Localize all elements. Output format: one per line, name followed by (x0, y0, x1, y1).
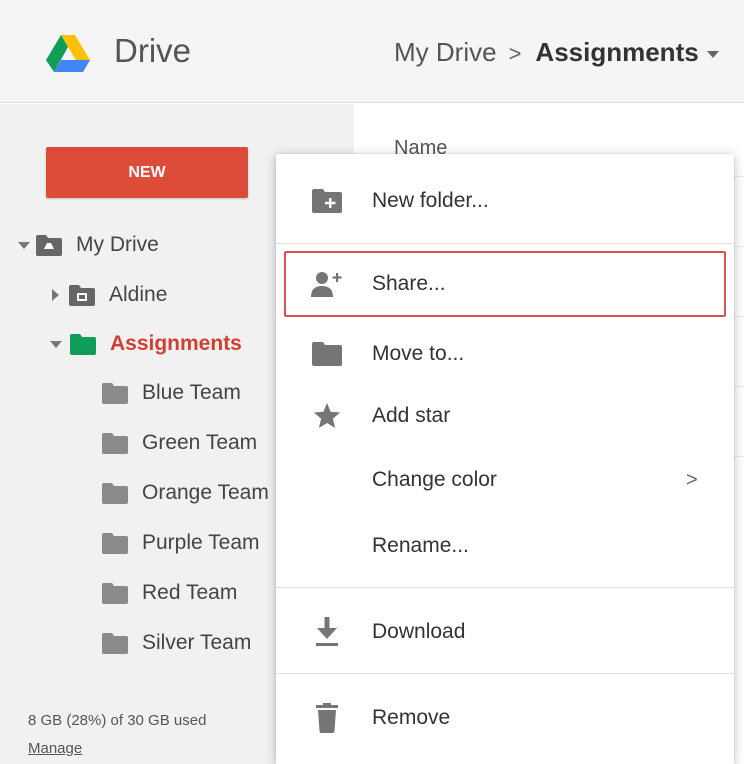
drive-folder-icon (36, 234, 62, 256)
menu-item-label: New folder... (372, 189, 489, 212)
menu-item-new-folder[interactable]: New folder... (276, 172, 734, 230)
folder-icon (102, 382, 128, 404)
menu-item-rename[interactable]: Rename... (276, 517, 734, 575)
manage-storage-link[interactable]: Manage (28, 740, 82, 757)
tree-label: Aldine (109, 283, 168, 306)
menu-item-label: Remove (372, 706, 451, 729)
breadcrumb-separator: > (508, 41, 522, 66)
menu-item-download[interactable]: Download (276, 603, 734, 661)
tree-item-folder[interactable]: Purple Team (102, 525, 260, 561)
menu-item-label: Move to... (372, 342, 465, 365)
shared-folder-icon (69, 284, 95, 306)
tree-label: Green Team (142, 431, 258, 454)
folder-plus-icon (310, 184, 344, 218)
expand-arrow-icon[interactable] (52, 289, 59, 301)
expand-arrow-icon[interactable] (50, 340, 62, 348)
menu-item-label: Share... (372, 272, 446, 295)
breadcrumb-current[interactable]: Assignments (535, 37, 698, 67)
new-button[interactable]: NEW (46, 147, 248, 198)
tree-item-my-drive[interactable]: My Drive (18, 227, 159, 263)
menu-divider (276, 673, 734, 674)
menu-item-label: Download (372, 620, 466, 643)
folder-icon (70, 333, 96, 355)
menu-item-share[interactable]: Share... (276, 255, 734, 313)
app-title: Drive (114, 32, 192, 69)
folder-icon (310, 337, 344, 371)
menu-item-move-to[interactable]: Move to... (276, 325, 734, 383)
tree-item-folder[interactable]: Orange Team (102, 475, 269, 511)
app-header: Drive My Drive > Assignments (0, 0, 744, 103)
menu-item-change-color[interactable]: Change color > (276, 451, 734, 509)
person-add-icon (310, 267, 344, 301)
context-menu: New folder... Share... Move to... Add st… (276, 154, 734, 764)
tree-label: Red Team (142, 581, 238, 604)
menu-item-remove[interactable]: Remove (276, 689, 734, 747)
expand-arrow-icon[interactable] (18, 241, 30, 249)
menu-item-label: Rename... (372, 534, 469, 557)
breadcrumb-root[interactable]: My Drive (394, 37, 497, 67)
tree-label: Silver Team (142, 631, 252, 654)
folder-icon (102, 632, 128, 654)
chevron-down-icon[interactable] (706, 50, 719, 58)
tree-item-folder[interactable]: Silver Team (102, 625, 251, 661)
breadcrumb: My Drive > Assignments (394, 37, 719, 68)
tree-item-aldine[interactable]: Aldine (52, 277, 167, 313)
tree-label: Blue Team (142, 381, 241, 404)
menu-divider (276, 587, 734, 588)
folder-icon (102, 482, 128, 504)
tree-item-folder[interactable]: Blue Team (102, 375, 241, 411)
tree-label: Assignments (110, 332, 242, 355)
menu-item-label: Change color (372, 468, 497, 491)
tree-label: Purple Team (142, 531, 260, 554)
trash-icon (310, 701, 344, 735)
tree-label: My Drive (76, 233, 159, 256)
tree-item-folder[interactable]: Red Team (102, 575, 237, 611)
menu-item-label: Add star (372, 404, 451, 427)
star-icon (310, 399, 344, 433)
folder-icon (102, 582, 128, 604)
chevron-right-icon: > (686, 468, 698, 491)
google-drive-logo[interactable] (46, 35, 90, 73)
tree-item-assignments[interactable]: Assignments (50, 326, 242, 362)
tree-item-folder[interactable]: Green Team (102, 425, 257, 461)
download-icon (310, 615, 344, 649)
folder-icon (102, 532, 128, 554)
tree-label: Orange Team (142, 481, 269, 504)
menu-divider (276, 243, 734, 244)
menu-item-add-star[interactable]: Add star (276, 387, 734, 445)
storage-usage: 8 GB (28%) of 30 GB used (28, 712, 207, 729)
folder-icon (102, 432, 128, 454)
